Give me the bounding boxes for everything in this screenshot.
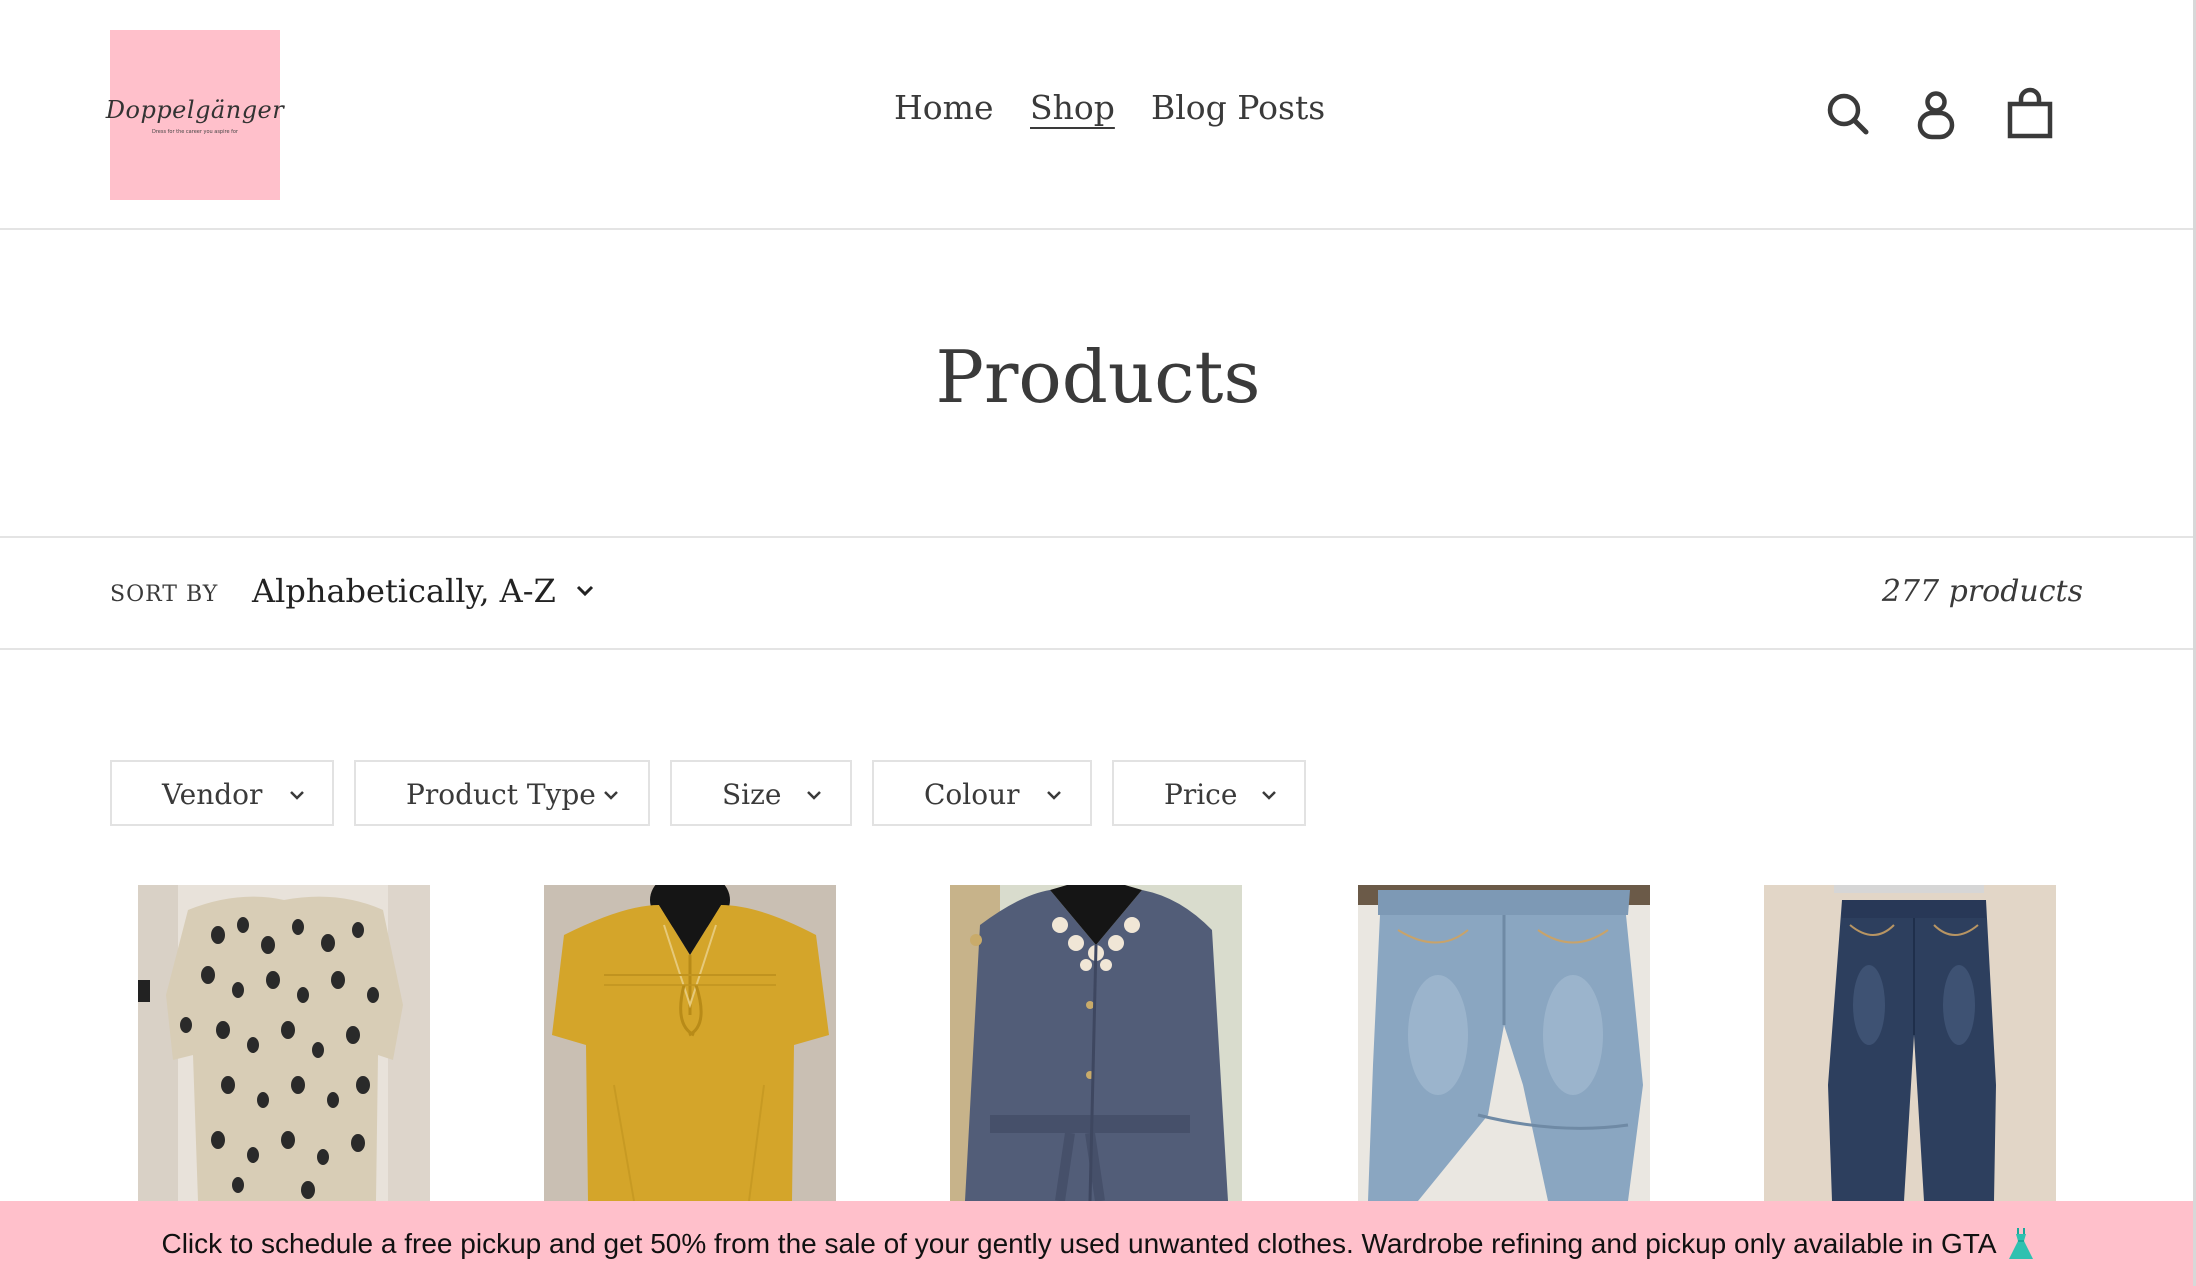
logo-tagline: Dress for the career you aspire for bbox=[152, 128, 238, 135]
filter-size[interactable]: Size bbox=[670, 760, 852, 826]
product-image bbox=[138, 885, 430, 1201]
nav-link-blog-posts[interactable]: Blog Posts bbox=[1151, 88, 1325, 127]
product-count: 277 products bbox=[1881, 574, 2083, 609]
filter-colour[interactable]: Colour bbox=[872, 760, 1092, 826]
sort-bar: SORT BY Alphabetically, A-Z 277 products bbox=[0, 536, 2196, 650]
product-image bbox=[950, 885, 1242, 1201]
filter-product-type[interactable]: Product Type bbox=[354, 760, 650, 826]
filter-label: Vendor bbox=[162, 778, 263, 811]
chevron-down-icon bbox=[1262, 791, 1276, 800]
filter-label: Size bbox=[722, 778, 782, 811]
chevron-down-icon bbox=[576, 585, 593, 597]
sort-selected-value: Alphabetically, A-Z bbox=[252, 572, 556, 610]
sort-select[interactable]: Alphabetically, A-Z bbox=[252, 572, 596, 610]
dress-icon bbox=[2008, 1227, 2033, 1259]
logo-wordmark: Doppelgänger bbox=[105, 95, 285, 124]
account-icon[interactable] bbox=[1908, 86, 1964, 142]
chevron-down-icon bbox=[604, 791, 618, 800]
filter-price[interactable]: Price bbox=[1112, 760, 1306, 826]
sort-by-label: SORT BY bbox=[110, 582, 219, 607]
product-card-mustard-yellow-top[interactable] bbox=[544, 885, 836, 1201]
chevron-down-icon bbox=[290, 791, 304, 800]
chevron-down-icon bbox=[807, 791, 821, 800]
filter-vendor[interactable]: Vendor bbox=[110, 760, 334, 826]
nav-link-shop[interactable]: Shop bbox=[1030, 88, 1115, 127]
filter-label: Product Type bbox=[406, 778, 596, 811]
banner-text: Click to schedule a free pickup and get … bbox=[161, 1227, 1997, 1259]
product-card-navy-belted-jacket[interactable] bbox=[950, 885, 1242, 1201]
product-image bbox=[544, 885, 836, 1201]
product-card-leopard-print-blouse[interactable] bbox=[138, 885, 430, 1201]
product-image bbox=[1764, 885, 2056, 1201]
product-card-dark-wash-jeans[interactable] bbox=[1764, 885, 2056, 1201]
filter-label: Price bbox=[1164, 778, 1238, 811]
nav-link-home[interactable]: Home bbox=[894, 88, 993, 127]
pickup-promo-banner[interactable]: Click to schedule a free pickup and get … bbox=[0, 1201, 2196, 1286]
store-logo[interactable]: Doppelgänger Dress for the career you as… bbox=[106, 30, 284, 200]
chevron-down-icon bbox=[1047, 791, 1061, 800]
product-image bbox=[1358, 885, 1650, 1201]
search-icon[interactable] bbox=[1820, 86, 1876, 142]
filter-label: Colour bbox=[924, 778, 1020, 811]
cart-icon[interactable] bbox=[2002, 86, 2058, 142]
site-header: Doppelgänger Dress for the career you as… bbox=[0, 0, 2196, 230]
page-title: Products bbox=[935, 335, 1261, 419]
product-card-light-wash-jeans[interactable] bbox=[1358, 885, 1650, 1201]
